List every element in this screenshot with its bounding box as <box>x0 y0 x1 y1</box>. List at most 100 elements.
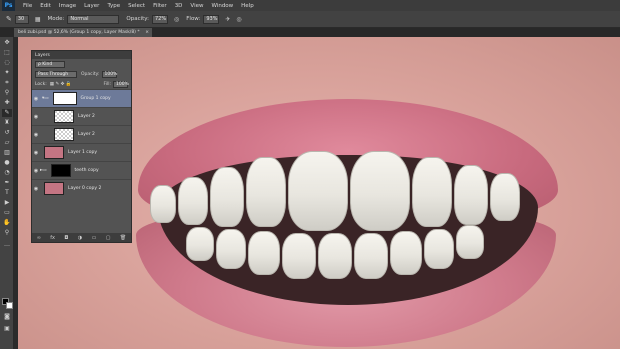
layer-name: Layer 0 copy 2 <box>68 186 102 191</box>
mode-select[interactable]: Normal <box>67 14 120 24</box>
pen-tool-icon[interactable]: ✒ <box>2 179 12 187</box>
layer-fill-input[interactable]: 100% <box>113 80 129 88</box>
path-select-tool-icon[interactable]: ▶ <box>2 199 12 207</box>
layer-filter-select[interactable]: ρ Kind <box>35 60 65 68</box>
tooth <box>456 225 484 259</box>
menu-type[interactable]: Type <box>107 3 120 9</box>
mask-icon[interactable]: ◘ <box>64 235 68 241</box>
pressure-opacity-icon[interactable]: ◎ <box>174 16 179 23</box>
type-tool-icon[interactable]: T <box>2 189 12 197</box>
shape-tool-icon[interactable]: ▭ <box>2 209 12 217</box>
brush-tool-icon[interactable]: ✎ <box>6 15 12 23</box>
flow-input[interactable]: 93% <box>203 14 220 24</box>
new-layer-icon[interactable]: ▢ <box>106 235 111 241</box>
lock-label: Lock: <box>35 81 47 87</box>
brush-size-picker[interactable]: 30 <box>14 14 29 24</box>
lock-icons[interactable]: ▦ ✎ ✥ 🔒 <box>50 82 72 87</box>
visibility-eye-icon[interactable]: ◉ <box>32 186 40 192</box>
layer-row-layer-1-copy[interactable]: ◉ Layer 1 copy <box>32 143 131 161</box>
zoom-tool-icon[interactable]: ⚲ <box>2 229 12 237</box>
pressure-size-icon[interactable]: ◎ <box>236 16 241 23</box>
adjustment-icon[interactable]: ◑ <box>78 235 82 241</box>
menu-view[interactable]: View <box>190 3 203 9</box>
history-brush-tool-icon[interactable]: ↺ <box>2 129 12 137</box>
menu-select[interactable]: Select <box>128 3 145 9</box>
hand-tool-icon[interactable]: ✋ <box>2 219 12 227</box>
layer-name: Group 1 copy <box>80 96 111 101</box>
document-tab[interactable]: beli zubi.psd @ 52,6% (Group 1 copy, Lay… <box>14 28 152 37</box>
eyedropper-tool-icon[interactable]: ⚲ <box>2 89 12 97</box>
tooth <box>412 157 452 227</box>
tooth <box>216 229 246 269</box>
visibility-eye-icon[interactable]: ◉ <box>32 96 40 102</box>
tooth <box>246 157 286 227</box>
marquee-tool-icon[interactable]: ⬚ <box>2 49 12 57</box>
visibility-eye-icon[interactable]: ◉ <box>32 114 40 120</box>
brush-panel-icon[interactable]: ▦ <box>35 16 41 23</box>
layers-filter-row: ρ Kind <box>32 59 131 69</box>
mode-label: Mode: <box>47 16 65 22</box>
fill-label: Fill: <box>103 81 111 87</box>
blur-tool-icon[interactable]: ● <box>2 159 12 167</box>
crop-tool-icon[interactable]: ⌗ <box>2 79 12 87</box>
opacity-input[interactable]: 72% <box>152 14 168 24</box>
tooth <box>490 173 520 221</box>
blend-opacity-row: Pass Through Opacity: 100% <box>32 69 131 79</box>
layer-mask-thumbnail[interactable] <box>50 164 71 177</box>
layer-row-layer-2b[interactable]: ◉ Layer 2 <box>32 125 131 143</box>
layer-row-layer-0-copy-2[interactable]: ◉ Layer 0 copy 2 <box>32 179 131 197</box>
folder-closed-icon[interactable]: ▸▭ <box>40 168 47 173</box>
close-tab-icon[interactable]: × <box>145 30 149 35</box>
menu-file[interactable]: File <box>23 3 32 9</box>
tooth <box>390 231 422 275</box>
lasso-tool-icon[interactable]: ◌ <box>2 59 12 67</box>
tools-panel: ✥ ⬚ ◌ ✦ ⌗ ⚲ ✚ ✎ ♜ ↺ ▱ ▥ ● ◔ ✒ T ▶ ▭ ✋ ⚲ … <box>0 37 14 349</box>
opacity-label: Opacity: <box>81 71 100 77</box>
background-color-swatch[interactable] <box>6 302 13 309</box>
blend-mode-select[interactable]: Pass Through <box>35 70 77 78</box>
menu-filter[interactable]: Filter <box>153 3 167 9</box>
layers-footer: ∞ fx ◘ ◑ ▭ ▢ 🗑 <box>32 233 131 242</box>
quick-select-tool-icon[interactable]: ✦ <box>2 69 12 77</box>
tooth <box>454 165 488 225</box>
quick-mask-icon[interactable]: ◙ <box>2 313 12 321</box>
folder-icon[interactable]: ▭ <box>92 235 97 241</box>
tooth <box>150 185 176 223</box>
layer-row-group-1-copy[interactable]: ◉ ▾▭ Group 1 copy <box>32 89 131 107</box>
layers-panel-title[interactable]: Layers <box>32 51 131 59</box>
dodge-tool-icon[interactable]: ◔ <box>2 169 12 177</box>
gradient-tool-icon[interactable]: ▥ <box>2 149 12 157</box>
move-tool-icon[interactable]: ✥ <box>2 39 12 47</box>
menu-layer[interactable]: Layer <box>84 3 99 9</box>
layer-thumbnail <box>44 146 64 159</box>
brush-tool-icon[interactable]: ✎ <box>2 109 12 117</box>
airbrush-icon[interactable]: ✈ <box>225 16 230 23</box>
visibility-eye-icon[interactable]: ◉ <box>32 132 40 138</box>
trash-icon[interactable]: 🗑 <box>120 235 126 241</box>
visibility-eye-icon[interactable]: ◉ <box>32 168 40 174</box>
menu-3d[interactable]: 3D <box>175 3 183 9</box>
document-title: beli zubi.psd @ 52,6% (Group 1 copy, Lay… <box>18 30 140 35</box>
layer-row-layer-2[interactable]: ◉ Layer 2 <box>32 107 131 125</box>
clone-stamp-tool-icon[interactable]: ♜ <box>2 119 12 127</box>
menu-edit[interactable]: Edit <box>40 3 51 9</box>
menu-window[interactable]: Window <box>211 3 233 9</box>
menu-help[interactable]: Help <box>241 3 254 9</box>
folder-open-icon[interactable]: ▾▭ <box>42 96 49 101</box>
flow-label: Flow: <box>186 16 201 22</box>
opacity-label: Opacity: <box>126 16 149 22</box>
layer-row-teeth-copy[interactable]: ◉ ▸▭ teeth copy <box>32 161 131 179</box>
layer-opacity-input[interactable]: 100% <box>101 70 117 78</box>
screen-mode-icon[interactable]: ▣ <box>2 325 12 333</box>
tooth <box>288 151 348 231</box>
link-icon[interactable]: ∞ <box>37 235 41 241</box>
fx-icon[interactable]: fx <box>50 235 55 241</box>
eraser-tool-icon[interactable]: ▱ <box>2 139 12 147</box>
layer-mask-thumbnail[interactable] <box>52 92 77 105</box>
menu-image[interactable]: Image <box>59 3 76 9</box>
more-tools-icon[interactable]: … <box>2 241 12 249</box>
tooth <box>354 233 388 279</box>
tooth <box>178 177 208 225</box>
visibility-eye-icon[interactable]: ◉ <box>32 150 40 156</box>
healing-tool-icon[interactable]: ✚ <box>2 99 12 107</box>
